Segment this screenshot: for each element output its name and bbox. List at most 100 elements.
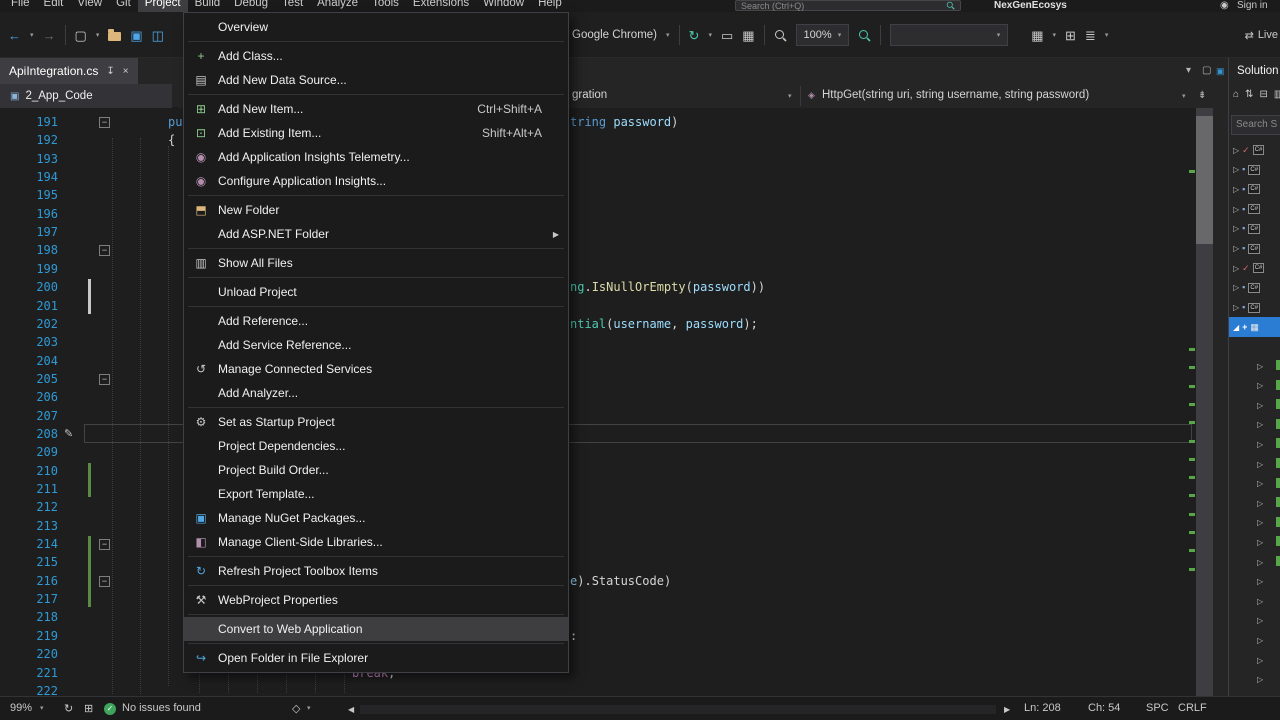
- editor-zoom-level[interactable]: 99%: [10, 702, 32, 714]
- pin-tab-icon[interactable]: ↧: [106, 66, 114, 77]
- menu-item-add-asp-net-folder[interactable]: Add ASP.NET Folder▶: [184, 222, 568, 246]
- solution-tree-item[interactable]: ▷: [1229, 415, 1280, 435]
- expand-arrow-icon[interactable]: ▷: [1257, 362, 1263, 371]
- browser-window-icon[interactable]: ▭: [721, 29, 733, 42]
- solution-tree-item[interactable]: ▷▪C#: [1229, 298, 1280, 318]
- expand-arrow-icon[interactable]: ▷: [1257, 597, 1263, 606]
- grid-layout-icon[interactable]: ⊞: [1065, 29, 1076, 42]
- type-dropdown[interactable]: gration: [572, 89, 607, 101]
- solution-tree-item[interactable]: ▷: [1229, 572, 1280, 592]
- expand-arrow-icon[interactable]: ▷: [1233, 205, 1239, 214]
- issues-status-text[interactable]: No issues found: [122, 702, 201, 714]
- spaces-indicator[interactable]: SPC: [1146, 702, 1169, 714]
- editor-zoom-caret-icon[interactable]: ▾: [40, 705, 44, 712]
- menu-item-open-folder-in-file-explorer[interactable]: ↪Open Folder in File Explorer: [184, 646, 568, 670]
- browser-link-refresh-button[interactable]: ↻: [689, 29, 700, 42]
- menu-item-set-as-startup-project[interactable]: ⚙Set as Startup Project: [184, 410, 568, 434]
- quick-search-box[interactable]: Search (Ctrl+Q): [735, 0, 961, 11]
- menubar-item-window[interactable]: Window: [476, 0, 531, 12]
- code-cleanup-icon[interactable]: ◇: [292, 702, 300, 715]
- member-dropdown[interactable]: HttpGet(string uri, string username, str…: [822, 89, 1089, 101]
- expand-arrow-icon[interactable]: ▷: [1257, 675, 1263, 684]
- zoom-level-dropdown[interactable]: 100% ▾: [796, 24, 850, 46]
- menu-item-webproject-properties[interactable]: ⚒WebProject Properties: [184, 588, 568, 612]
- expand-arrow-icon[interactable]: ▷: [1257, 440, 1263, 449]
- menubar-item-edit[interactable]: Edit: [37, 0, 71, 12]
- new-project-caret-icon[interactable]: ▾: [96, 32, 100, 39]
- solution-tree-item-selected[interactable]: ◢+▦: [1229, 317, 1280, 337]
- menu-item-show-all-files[interactable]: ▥Show All Files: [184, 251, 568, 275]
- device-preview-icon[interactable]: ▦: [742, 29, 754, 42]
- menu-item-add-new-data-source[interactable]: ▤Add New Data Source...: [184, 68, 568, 92]
- menu-item-unload-project[interactable]: Unload Project: [184, 280, 568, 304]
- expand-arrow-icon[interactable]: ▷: [1257, 518, 1263, 527]
- navigate-back-button[interactable]: ←: [8, 29, 21, 42]
- menubar-item-project[interactable]: Project: [138, 0, 188, 12]
- solution-tree-item[interactable]: ▷: [1229, 611, 1280, 631]
- solution-tree-item[interactable]: ▷▪C#: [1229, 160, 1280, 180]
- menu-item-add-class[interactable]: +Add Class...: [184, 44, 568, 68]
- menu-item-project-dependencies[interactable]: Project Dependencies...: [184, 434, 568, 458]
- debug-target-dropdown[interactable]: Google Chrome): [572, 29, 657, 41]
- expand-arrow-icon[interactable]: ▷: [1257, 479, 1263, 488]
- menu-item-export-template[interactable]: Export Template...: [184, 482, 568, 506]
- expand-arrow-icon[interactable]: ▷: [1233, 244, 1239, 253]
- issues-status-icon[interactable]: ✓: [104, 703, 116, 715]
- panel-splitter[interactable]: ▣: [1213, 58, 1228, 696]
- solution-tree-item[interactable]: ▷: [1229, 395, 1280, 415]
- line-indicator[interactable]: Ln: 208: [1024, 702, 1061, 714]
- member-dropdown-caret-icon[interactable]: ▾: [1182, 92, 1186, 100]
- menubar-item-tools[interactable]: Tools: [365, 0, 406, 12]
- expand-arrow-icon[interactable]: ▷: [1233, 264, 1239, 273]
- zoom-out-icon[interactable]: [774, 29, 787, 42]
- menu-item-add-analyzer[interactable]: Add Analyzer...: [184, 381, 568, 405]
- code-cleanup-caret-icon[interactable]: ▾: [307, 705, 311, 712]
- expand-arrow-icon[interactable]: ▷: [1257, 401, 1263, 410]
- fold-marker[interactable]: −: [99, 117, 110, 128]
- debug-target-caret-icon[interactable]: ▾: [666, 32, 670, 39]
- solution-tree-item[interactable]: ▷: [1229, 591, 1280, 611]
- save-button[interactable]: ▣: [130, 29, 142, 42]
- browser-link-caret-icon[interactable]: ▾: [708, 32, 712, 39]
- save-all-button[interactable]: ◫: [152, 29, 164, 42]
- table-layout-icon[interactable]: ▦: [1031, 29, 1043, 42]
- expand-arrow-icon[interactable]: ▷: [1257, 460, 1263, 469]
- menubar-item-debug[interactable]: Debug: [227, 0, 275, 12]
- menubar-item-build[interactable]: Build: [188, 0, 228, 12]
- solution-tree-item[interactable]: ▷: [1229, 493, 1280, 513]
- expanded-arrow-icon[interactable]: ◢: [1233, 323, 1239, 332]
- menu-item-overview[interactable]: Overview: [184, 15, 568, 39]
- solution-tree-item[interactable]: ▷✓C#: [1229, 258, 1280, 278]
- menu-item-add-application-insights-telemetry[interactable]: ◉Add Application Insights Telemetry...: [184, 145, 568, 169]
- user-avatar-icon[interactable]: ◉: [1220, 0, 1229, 11]
- type-dropdown-caret-icon[interactable]: ▾: [788, 92, 792, 100]
- menubar-item-file[interactable]: File: [4, 0, 37, 12]
- hscroll-right-icon[interactable]: ▶: [1004, 705, 1010, 714]
- code-editor[interactable]: 1911921931941951961971981992002012022032…: [0, 108, 1196, 696]
- solution-tree-item[interactable]: ▷▪C#: [1229, 219, 1280, 239]
- horizontal-scrollbar[interactable]: [360, 705, 996, 714]
- column-indicator[interactable]: Ch: 54: [1088, 702, 1120, 714]
- solution-tree-item[interactable]: ▷: [1229, 356, 1280, 376]
- expand-arrow-icon[interactable]: ▷: [1257, 636, 1263, 645]
- solution-tree-item[interactable]: ▷▪C#: [1229, 199, 1280, 219]
- tab-apiintegration-cs[interactable]: ApiIntegration.cs ↧ ×: [0, 58, 138, 84]
- menu-item-configure-application-insights[interactable]: ◉Configure Application Insights...: [184, 169, 568, 193]
- scrollbar-thumb[interactable]: [1196, 116, 1213, 244]
- menu-item-manage-client-side-libraries[interactable]: ◧Manage Client-Side Libraries...: [184, 530, 568, 554]
- vertical-scrollbar[interactable]: [1196, 108, 1213, 696]
- expand-arrow-icon[interactable]: ▷: [1257, 420, 1263, 429]
- table-layout-caret-icon[interactable]: ▾: [1053, 32, 1057, 39]
- back-history-caret-icon[interactable]: ▾: [30, 32, 34, 39]
- tab-list-caret-icon[interactable]: ▾: [1186, 65, 1191, 76]
- solution-tree-item[interactable]: ▷▪C#: [1229, 278, 1280, 298]
- tab-2-app-code[interactable]: ▣ 2_App_Code: [0, 84, 172, 108]
- menu-item-add-service-reference[interactable]: Add Service Reference...: [184, 333, 568, 357]
- expand-arrow-icon[interactable]: ▷: [1257, 381, 1263, 390]
- row-layout-icon[interactable]: ≣: [1085, 29, 1096, 42]
- row-layout-caret-icon[interactable]: ▾: [1105, 32, 1109, 39]
- menu-item-add-new-item[interactable]: ⊞Add New Item...Ctrl+Shift+A: [184, 97, 568, 121]
- solution-search-input[interactable]: Search S: [1231, 115, 1280, 135]
- split-window-icon[interactable]: ⇟: [1198, 90, 1206, 101]
- expand-arrow-icon[interactable]: ▷: [1233, 165, 1239, 174]
